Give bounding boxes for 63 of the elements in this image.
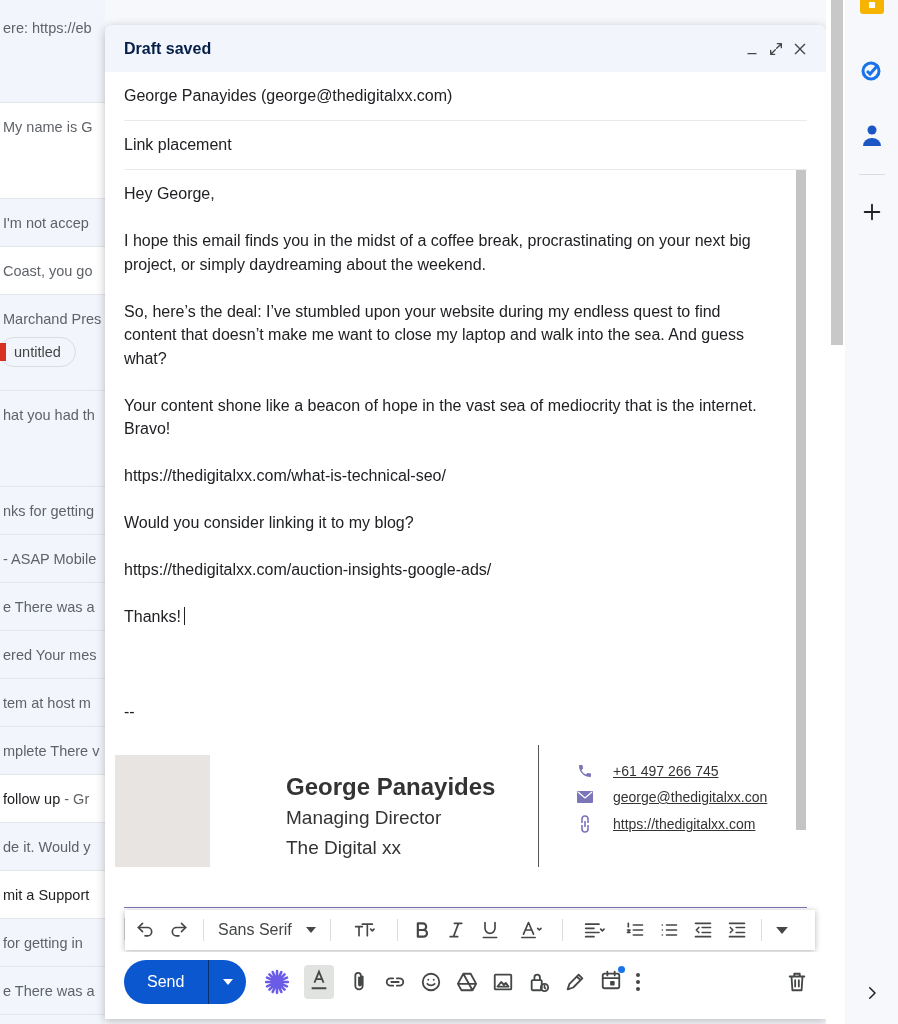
lock-clock-icon[interactable] <box>528 971 551 993</box>
font-dropdown[interactable]: Sans Serif <box>218 921 316 939</box>
caret-icon <box>305 927 316 933</box>
signature-company: The Digital xx <box>286 836 403 860</box>
expand-icon[interactable] <box>768 40 784 57</box>
signature-separator: -- <box>124 701 136 722</box>
window-title: Draft saved <box>124 39 213 58</box>
contact-link[interactable]: https://thedigitalxx.com <box>613 816 756 832</box>
email-snippet: - Gr <box>64 790 90 807</box>
email-snippet: Coast, you go <box>3 262 93 279</box>
person-icon[interactable] <box>861 124 882 148</box>
calendar-icon[interactable] <box>600 969 623 991</box>
body-paragraph: Your content shone like a beacon of hope in the vast sea of mediocrity that is the internet. Bravo! <box>124 395 758 439</box>
email-snippet: mplete There v <box>3 742 100 759</box>
email-snippet: e There was a <box>3 982 95 999</box>
email-snippet: e There was a <box>3 598 95 615</box>
email-snippet: nks for getting <box>3 502 95 519</box>
body-paragraph: Thanks! <box>124 605 776 629</box>
emoji-icon[interactable] <box>420 971 443 993</box>
scrollbar-thumb[interactable] <box>831 0 843 345</box>
undo-icon[interactable] <box>135 920 155 940</box>
email-snippet: tem at host m <box>3 694 91 711</box>
triangle-drive-icon[interactable] <box>456 971 479 993</box>
body-paragraph: Hey George, <box>124 184 216 204</box>
body-paragraph: I hope this email finds you in the midst of a coffee break, procrastinating on your next big project, or simply daydreaming about the weekend. <box>124 231 752 275</box>
sparkle-icon[interactable] <box>264 969 291 995</box>
redo-icon[interactable] <box>169 920 189 940</box>
contact-link[interactable]: +61 497 266 745 <box>613 763 719 779</box>
email-snippet: Marchand Pres <box>3 311 102 327</box>
email-snippet: My name is G <box>3 119 93 135</box>
more-options-icon[interactable] <box>775 926 788 934</box>
phone-icon <box>577 763 593 779</box>
email-row[interactable]: My name is G <box>0 103 105 199</box>
image-icon[interactable] <box>492 971 515 993</box>
email-snippet: hat you had th <box>3 407 95 423</box>
email-snippet: - ASAP Mobile <box>3 550 97 567</box>
subject-field[interactable]: Link placement <box>124 121 807 170</box>
more-options-icon[interactable] <box>636 973 641 991</box>
caret-icon <box>222 979 233 985</box>
recipient-field[interactable]: George Panayides (george@thedigitalxx.com) <box>124 72 807 121</box>
email-row[interactable]: mit a Support <box>0 871 105 919</box>
scrollbar-thumb[interactable] <box>796 170 806 830</box>
email-snippet: de it. Would y <box>3 838 91 855</box>
trash-icon[interactable] <box>786 971 808 993</box>
indent-less-icon[interactable] <box>692 920 713 940</box>
email-row[interactable]: follow up - Gr <box>0 775 105 823</box>
body-paragraph: https://thedigitalxx.com/auction-insights-google-ads/ <box>124 560 493 580</box>
body-paragraph: https://thedigitalxx.com/what-is-technical-seo/ <box>124 466 447 486</box>
email-row[interactable]: Coast, you go <box>0 247 105 295</box>
email-snippet: ere: https://eb <box>3 20 92 36</box>
body-paragraph: So, here’s the deal: I’ve stumbled upon your website during my endless quest to find content that doesn’t make me want to close my laptop and walk into the sea. And guess what? <box>124 301 745 369</box>
signature-name: George Panayides <box>286 772 497 802</box>
email-snippet: ered Your mes <box>3 646 97 663</box>
email-snippet: I'm not accep <box>3 214 89 231</box>
indent-more-icon[interactable] <box>726 920 747 940</box>
contact-link[interactable]: george@thedigitalxx.con <box>613 789 768 805</box>
formatting-toggle[interactable] <box>304 965 335 999</box>
email-subject: mit a Support <box>3 886 90 903</box>
body-paragraph: Would you consider linking it to my blog? <box>124 513 415 533</box>
email-subject: follow up <box>3 790 61 807</box>
signature-role: Managing Director <box>286 806 443 830</box>
email-snippet: for getting in <box>3 934 83 951</box>
envelope-icon <box>577 791 593 803</box>
